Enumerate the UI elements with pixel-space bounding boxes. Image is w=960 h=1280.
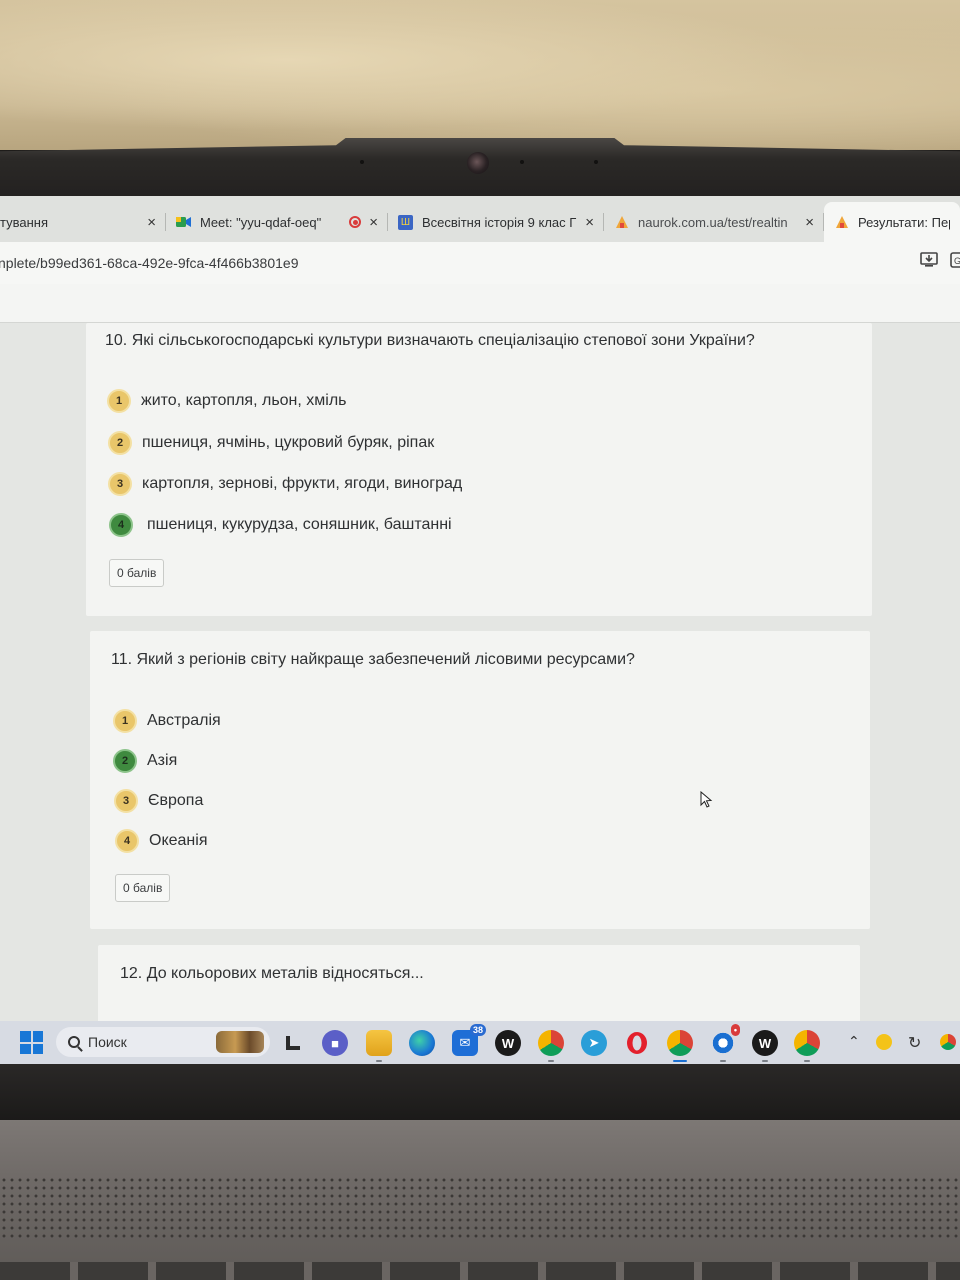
explorer-icon[interactable] — [366, 1030, 392, 1062]
close-icon[interactable]: × — [369, 214, 378, 231]
ua-flag-icon: Ш — [398, 214, 413, 230]
laptop-screen: тування × Meet: "yyu-qdaf-oeq" × Ш Всесв… — [0, 196, 960, 1064]
edge-icon[interactable] — [409, 1030, 435, 1056]
answer-option: 1 жито, картопля, льон, хміль — [107, 389, 347, 413]
search-highlight-image — [216, 1031, 264, 1053]
start-icon[interactable] — [20, 1031, 43, 1054]
chevron-up-icon[interactable]: ⌃ — [848, 1033, 860, 1050]
points-badge: 0 балів — [115, 874, 171, 902]
browser-tab-active[interactable]: Результати: Перви — [824, 202, 960, 242]
chrome-icon[interactable] — [940, 1034, 956, 1050]
close-icon[interactable]: × — [585, 214, 594, 231]
mail-icon[interactable]: ✉ 38 — [452, 1024, 486, 1056]
laptop-bezel-bottom — [0, 1064, 960, 1120]
answer-option-correct: 2 Азія — [113, 749, 177, 773]
answer-option: 3 картопля, зернові, фрукти, ягоди, вино… — [108, 472, 462, 496]
norton-icon[interactable] — [876, 1034, 892, 1050]
meet-icon — [176, 215, 191, 230]
answer-number-badge: 3 — [108, 472, 132, 496]
answer-text: жито, картопля, льон, хміль — [141, 392, 347, 409]
telegram-icon[interactable]: ➤ — [581, 1030, 607, 1056]
question-title: 10. Які сільськогосподарські культури ви… — [105, 332, 755, 349]
search-placeholder: Поиск — [88, 1034, 127, 1050]
results-page: 10. Які сільськогосподарські культури ви… — [0, 323, 960, 1035]
answer-text: Австралія — [147, 712, 221, 729]
question-title: 12. До кольорових металів відносяться... — [120, 965, 424, 982]
background-wall — [0, 0, 960, 150]
recording-icon — [349, 216, 362, 228]
webcam — [467, 152, 489, 174]
bookmarks-bar — [0, 284, 960, 323]
answer-number-badge: 4 — [109, 513, 133, 537]
answer-option: 4 Океанія — [115, 829, 207, 853]
question-card: 11. Який з регіонів світу найкраще забез… — [90, 631, 870, 929]
question-title: 11. Який з регіонів світу найкраще забез… — [111, 651, 635, 668]
sync-icon[interactable]: ↻ — [908, 1033, 921, 1053]
mail-badge: 38 — [469, 1024, 486, 1036]
browser-tab[interactable]: Meet: "yyu-qdaf-oeq" × — [166, 202, 388, 242]
answer-number-badge: 3 — [114, 789, 138, 813]
answer-text: картопля, зернові, фрукти, ягоди, виногр… — [142, 475, 463, 492]
browser-tab[interactable]: тування × — [0, 202, 166, 242]
sensor-dot — [520, 160, 524, 164]
browser-tabbar: тування × Meet: "yyu-qdaf-oeq" × Ш Всесв… — [0, 196, 960, 242]
chrome-icon[interactable] — [538, 1030, 564, 1062]
install-app-icon[interactable] — [920, 252, 938, 273]
answer-text: Європа — [148, 792, 204, 809]
naurok-icon — [614, 215, 629, 230]
address-bar[interactable]: nplete/b99ed361-68ca-492e-9fca-4f466b380… — [0, 242, 960, 284]
file-icon[interactable] — [280, 1030, 306, 1056]
browser-tab[interactable]: Ш Всесвітня історія 9 клас Г × — [388, 202, 604, 242]
close-icon[interactable]: × — [147, 214, 156, 231]
keyboard-edge — [0, 1262, 960, 1280]
url-text[interactable]: nplete/b99ed361-68ca-492e-9fca-4f466b380… — [0, 255, 298, 271]
tab-title: тування — [0, 214, 48, 230]
answer-option: 1 Австралія — [113, 709, 221, 733]
opera-icon[interactable] — [624, 1030, 650, 1056]
answer-text: пшениця, кукурудза, соняшник, баштанні — [147, 516, 452, 533]
teams-icon[interactable]: ■ — [322, 1030, 348, 1056]
w-app-icon[interactable]: W — [495, 1030, 521, 1056]
svg-text:G: G — [954, 256, 960, 266]
w-app-icon[interactable]: W — [752, 1030, 778, 1062]
speaker-grille — [0, 1176, 960, 1240]
answer-number-badge: 2 — [113, 749, 137, 773]
tab-title: naurok.com.ua/test/realtin — [638, 214, 788, 230]
answer-option-correct: 4 пшениця, кукурудза, соняшник, баштанні — [109, 513, 452, 537]
translate-icon[interactable]: G — [950, 252, 960, 273]
taskbar-search[interactable]: Поиск — [56, 1027, 270, 1057]
naurok-icon — [834, 215, 849, 230]
sensor-dot — [360, 160, 364, 164]
tab-title: Meet: "yyu-qdaf-oeq" — [200, 214, 322, 230]
answer-number-badge: 1 — [113, 709, 137, 733]
answer-text: Океанія — [149, 832, 208, 849]
answer-number-badge: 4 — [115, 829, 139, 853]
answer-number-badge: 1 — [107, 389, 131, 413]
tab-title: Результати: Перви — [858, 214, 950, 230]
tab-title: Всесвітня історія 9 клас Г — [422, 214, 577, 230]
chrome-profile-icon[interactable]: • — [710, 1024, 740, 1062]
sensor-dot — [594, 160, 598, 164]
chrome-icon[interactable] — [794, 1030, 820, 1062]
answer-number-badge: 2 — [108, 431, 132, 455]
windows-taskbar: Поиск ■ ✉ 38 W ➤ • W ⌃ ↻ — [0, 1021, 960, 1064]
close-icon[interactable]: × — [805, 214, 814, 231]
browser-tab[interactable]: naurok.com.ua/test/realtin × — [604, 202, 824, 242]
answer-option: 2 пшениця, ячмінь, цукровий буряк, ріпак — [108, 431, 434, 455]
question-card: 10. Які сільськогосподарські культури ви… — [86, 323, 872, 616]
points-badge: 0 балів — [109, 559, 165, 587]
answer-text: пшениця, ячмінь, цукровий буряк, ріпак — [142, 434, 435, 451]
answer-option: 3 Європа — [114, 789, 203, 813]
search-icon — [68, 1036, 80, 1048]
mouse-cursor-icon — [700, 791, 713, 808]
answer-text: Азія — [147, 752, 178, 769]
chrome-icon[interactable] — [667, 1030, 693, 1062]
